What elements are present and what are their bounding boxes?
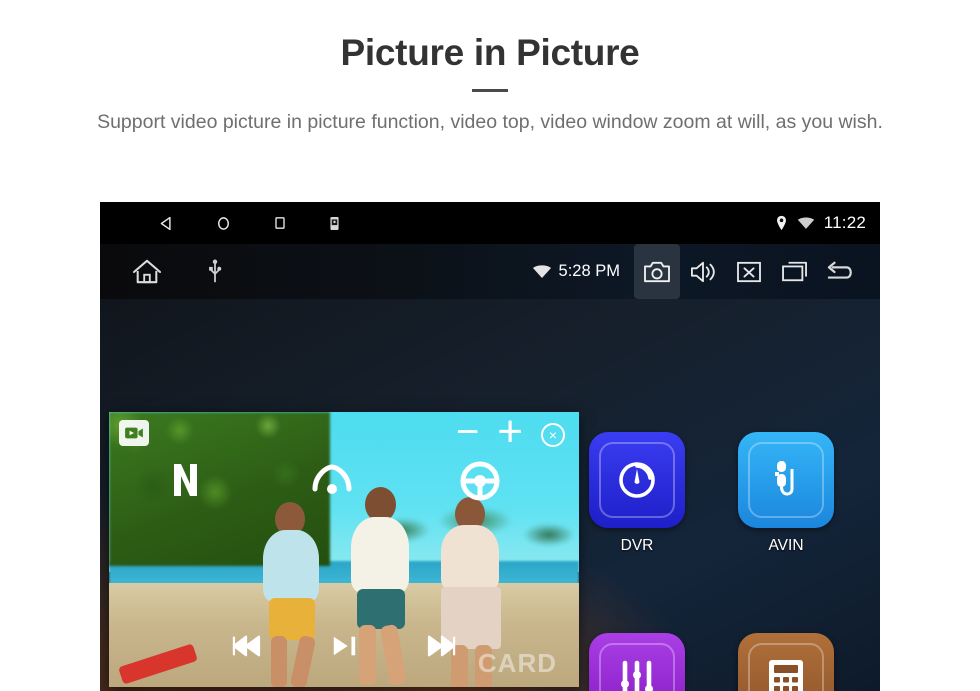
pip-zoom-in-button[interactable]: + [497,412,523,454]
page-subtitle: Support video picture in picture functio… [97,110,883,133]
gauge-icon [589,432,685,528]
camera-icon [643,260,671,284]
video-camera-icon [119,420,149,446]
close-app-button[interactable] [726,244,772,299]
pip-window-controls: − + × [109,412,579,458]
speaker-icon [689,260,717,284]
status-bar-clock: 11:22 [823,213,866,232]
promo-header: Picture in Picture Support video picture… [0,0,980,136]
video-person [249,502,335,687]
app-label: DVR [620,537,654,554]
status-bar: 11:22 [100,202,880,244]
app-avin[interactable]: AVIN [738,432,834,555]
promo-page: Picture in Picture Support video picture… [0,0,980,691]
back-arrow-icon [824,259,858,285]
device-screen: 11:22 5:28 PM DVR AVIN − + × CARD [100,202,880,691]
app-label: AVIN [768,537,804,554]
home-circle-icon[interactable] [215,215,232,232]
pip-zoom-out-button[interactable]: − [456,412,479,452]
equalizer-icon [589,633,685,691]
play-pause-icon[interactable] [330,633,358,659]
page-title: Picture in Picture [340,32,640,73]
volume-button[interactable] [680,244,726,299]
toolbar-wifi-icon [532,264,552,279]
app-desktop: Netflix SiriusXM [100,299,880,691]
status-bar-right-group: 11:22 [775,202,866,244]
usb-icon[interactable] [208,259,222,285]
app-amplifier[interactable]: Amplifier [589,633,685,691]
toolbar-clock: 5:28 PM [558,262,620,280]
video-transport-controls [109,633,579,659]
back-button[interactable] [818,244,864,299]
screenshot-icon[interactable] [328,216,341,231]
home-icon[interactable] [132,258,162,285]
recents-button[interactable] [772,244,818,299]
app-dvr[interactable]: DVR [589,432,685,555]
close-box-icon [736,261,762,283]
status-bar-nav-group [100,215,341,232]
camera-button[interactable] [634,244,680,299]
pip-close-button[interactable]: × [541,423,565,447]
rca-plug-icon [738,432,834,528]
calculator-icon [738,633,834,691]
toolbar-left-group [100,258,222,285]
title-divider [472,88,508,92]
app-calculator[interactable]: Calculator [738,633,834,691]
recents-square-icon[interactable] [272,215,288,231]
windows-stack-icon [781,260,809,283]
next-track-icon[interactable] [426,633,458,659]
previous-track-icon[interactable] [230,633,262,659]
location-pin-icon [775,215,788,231]
pip-video-window[interactable]: − + × CARD [109,412,579,687]
toolbar-right-group: 5:28 PM [532,244,864,299]
app-toolbar: 5:28 PM [100,244,880,299]
wifi-icon [797,216,815,230]
back-triangle-icon[interactable] [158,215,175,232]
